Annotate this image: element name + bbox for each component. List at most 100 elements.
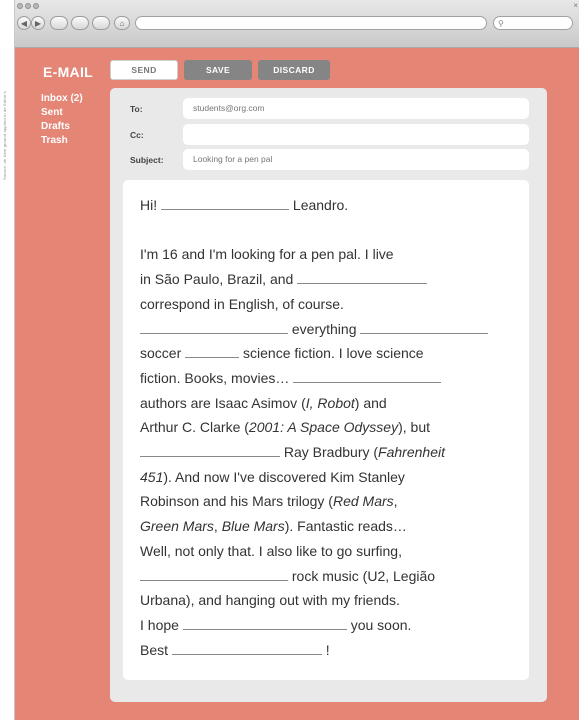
to-row: To: students@org.com: [110, 98, 547, 120]
letter-text-fragment: everything: [291, 320, 357, 337]
fill-in-blank[interactable]: [185, 346, 240, 359]
message-body-field[interactable]: Hi! Leandro. I'm 16 and I'm looking for …: [123, 180, 529, 680]
sidebar-item-drafts[interactable]: Drafts: [41, 120, 83, 134]
to-field[interactable]: students@org.com: [183, 98, 529, 119]
mail-folders-sidebar: Inbox (2) Sent Drafts Trash: [41, 92, 83, 148]
fill-in-blank[interactable]: [297, 272, 428, 285]
back-arrow-icon: ◀: [20, 18, 28, 28]
app-logo: E-MAIL: [43, 64, 94, 80]
browser-search-field[interactable]: ⚲: [493, 16, 573, 30]
letter-line: authors are Isaac Asimov (I, Robot) and: [140, 391, 520, 416]
letter-text-fragment: 451: [140, 468, 164, 485]
letter-text-fragment: Leandro.: [292, 197, 349, 213]
letter-line: Hi! Leandro.: [140, 193, 520, 218]
search-icon: ⚲: [498, 18, 504, 28]
letter-line: Ray Bradbury (Fahrenheit: [140, 440, 520, 465]
sidebar-item-inbox[interactable]: Inbox (2): [41, 92, 83, 106]
home-icon: ⌂: [119, 18, 125, 28]
letter-line: Robinson and his Mars trilogy (Red Mars,: [140, 489, 520, 514]
browser-window: × ◀ ▶ ⌂ ⚲ E-MAIL Inbox (2) Sent Drafts T…: [14, 0, 579, 720]
compose-actions: SEND SAVE DISCARD: [110, 60, 330, 80]
letter-text-fragment: Hi!: [140, 197, 158, 213]
letter-text-fragment: Fahrenheit: [378, 444, 445, 461]
close-icon[interactable]: ×: [573, 1, 578, 10]
letter-text-fragment: Arthur C. Clarke (: [140, 419, 249, 436]
fill-in-blank[interactable]: [182, 618, 347, 630]
navigation-bar: ◀ ▶ ⌂ ⚲: [17, 14, 577, 36]
letter-text-fragment: Red Mars: [332, 493, 394, 510]
letter-text-fragment: Ray Bradbury (: [283, 444, 379, 461]
subject-field[interactable]: Looking for a pen pal: [183, 149, 529, 170]
letter-text-fragment: ,: [213, 518, 222, 535]
letter-text-fragment: 2001: A Space Odyssey: [248, 419, 399, 436]
send-button[interactable]: SEND: [110, 60, 178, 80]
letter-line: correspond in English, of course.: [140, 292, 520, 317]
letter-text-fragment: ). Fantastic reads…: [284, 518, 407, 535]
letter-line: soccer science fiction. I love science: [140, 341, 520, 366]
subject-row: Subject: Looking for a pen pal: [110, 149, 547, 171]
letter-line: I'm 16 and I'm looking for a pen pal. I …: [140, 242, 520, 267]
toolbar-button-1[interactable]: [50, 16, 68, 30]
minimize-window-button[interactable]: [25, 3, 31, 9]
letter-text-fragment: Blue Mars: [221, 518, 285, 535]
letter-text: Hi! Leandro. I'm 16 and I'm looking for …: [140, 193, 520, 662]
letter-text-fragment: ), but: [398, 419, 430, 436]
letter-text-fragment: rock music (U2, Legião: [291, 567, 436, 584]
to-label: To:: [130, 104, 143, 114]
letter-line: Well, not only that. I also like to go s…: [140, 539, 520, 564]
address-bar[interactable]: [135, 16, 487, 30]
home-button[interactable]: ⌂: [114, 16, 130, 30]
letter-text-fragment: science fiction. I love science: [243, 345, 424, 362]
letter-line: Urbana), and hanging out with my friends…: [140, 588, 520, 613]
discard-button[interactable]: DISCARD: [258, 60, 330, 80]
letter-line: Best !: [140, 638, 520, 663]
forward-arrow-icon: ▶: [34, 18, 42, 28]
letter-text-fragment: in São Paulo, Brazil, and: [140, 271, 294, 288]
save-button[interactable]: SAVE: [184, 60, 252, 80]
letter-text-fragment: soccer: [140, 345, 182, 362]
fill-in-blank[interactable]: [161, 198, 290, 210]
letter-text-fragment: Well, not only that. I also like to go s…: [140, 542, 402, 559]
fill-in-blank[interactable]: [140, 445, 280, 458]
forward-button[interactable]: ▶: [31, 16, 45, 30]
letter-line: Green Mars, Blue Mars). Fantastic reads…: [140, 514, 520, 539]
letter-line: I hope you soon.: [140, 613, 520, 638]
letter-text-fragment: you soon.: [350, 616, 412, 633]
fill-in-blank[interactable]: [171, 643, 322, 655]
letter-text-fragment: Robinson and his Mars trilogy (: [140, 493, 333, 510]
letter-text-fragment: I, Robot: [305, 394, 355, 411]
cc-row: Cc:: [110, 124, 547, 146]
letter-text-fragment: fiction. Books, movies…: [140, 369, 290, 386]
letter-line: fiction. Books, movies…: [140, 366, 520, 391]
letter-text-fragment: !: [325, 641, 330, 658]
zoom-window-button[interactable]: [33, 3, 39, 9]
letter-text-fragment: ) and: [354, 394, 387, 411]
window-controls: [17, 3, 39, 9]
letter-text-fragment: Best: [140, 641, 169, 658]
letter-text-fragment: Green Mars: [140, 518, 214, 535]
fill-in-blank[interactable]: [140, 569, 288, 581]
cc-field[interactable]: [183, 124, 529, 145]
letter-line: 451). And now I've discovered Kim Stanle…: [140, 465, 520, 490]
back-button[interactable]: ◀: [17, 16, 31, 30]
sidebar-item-trash[interactable]: Trash: [41, 134, 83, 148]
letter-line: in São Paulo, Brazil, and: [140, 267, 520, 292]
cc-label: Cc:: [130, 130, 144, 140]
toolbar-button-2[interactable]: [71, 16, 89, 30]
letter-text-fragment: authors are Isaac Asimov (: [140, 394, 306, 411]
side-credit-text: Source: de New ground applied in de Edit…: [2, 91, 7, 180]
letter-line: Arthur C. Clarke (2001: A Space Odyssey)…: [140, 415, 520, 440]
letter-text-fragment: I hope: [140, 616, 179, 633]
fill-in-blank[interactable]: [293, 371, 442, 383]
letter-text-fragment: correspond in English, of course.: [140, 295, 344, 312]
fill-in-blank[interactable]: [360, 322, 489, 334]
letter-line: rock music (U2, Legião: [140, 564, 520, 589]
letter-text-fragment: Urbana), and hanging out with my friends…: [140, 592, 400, 609]
sidebar-item-sent[interactable]: Sent: [41, 106, 83, 120]
subject-label: Subject:: [130, 155, 164, 165]
close-window-button[interactable]: [17, 3, 23, 9]
compose-panel: To: students@org.com Cc: Subject: Lookin…: [110, 88, 547, 702]
toolbar-button-3[interactable]: [92, 16, 110, 30]
fill-in-blank[interactable]: [140, 322, 288, 334]
